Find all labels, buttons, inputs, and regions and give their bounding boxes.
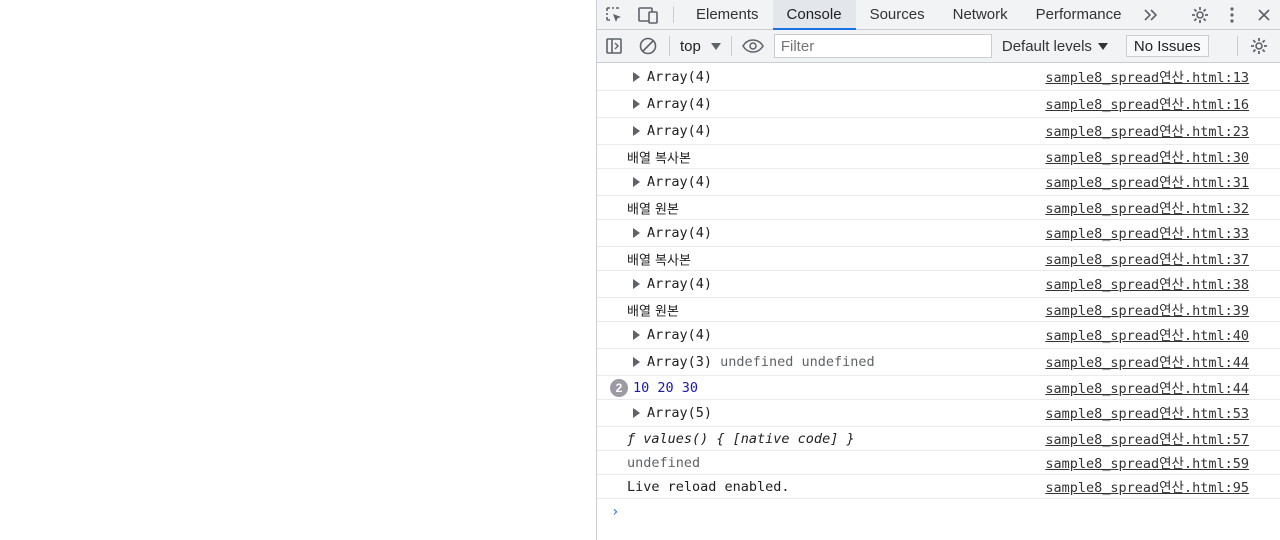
source-link[interactable]: sample8_spread연산.html:53	[1045, 402, 1249, 422]
expand-triangle-icon[interactable]	[633, 330, 640, 340]
source-link[interactable]: sample8_spread연산.html:23	[1045, 120, 1249, 140]
tab-performance[interactable]: Performance	[1022, 0, 1136, 29]
message-text: Array(4)	[647, 69, 713, 85]
tab-sources[interactable]: Sources	[856, 0, 939, 29]
source-link[interactable]: sample8_spread연산.html:40	[1045, 324, 1249, 344]
expand-triangle-icon[interactable]	[633, 126, 640, 136]
message-text: 배열 복사본	[627, 151, 691, 166]
console-message[interactable]: Array(4) sample8_spread연산.html:40	[597, 322, 1280, 349]
source-link[interactable]: sample8_spread연산.html:57	[1045, 428, 1249, 448]
console-message[interactable]: Array(4) sample8_spread연산.html:13	[597, 64, 1280, 91]
tab-console[interactable]: Console	[772, 0, 856, 30]
inspect-element-icon[interactable]	[597, 0, 631, 29]
source-link[interactable]: sample8_spread연산.html:44	[1045, 351, 1249, 371]
console-messages: Array(4) sample8_spread연산.html:13 Array(…	[597, 64, 1280, 499]
console-prompt-chevron-icon[interactable]: ›	[611, 504, 619, 520]
console-settings	[1233, 30, 1276, 62]
tab-elements[interactable]: Elements	[682, 0, 773, 29]
source-link[interactable]: sample8_spread연산.html:95	[1045, 476, 1249, 496]
console-message: ƒ values() { [native code] } sample8_spr…	[597, 427, 1280, 451]
console-message: 배열 원본 sample8_spread연산.html:32	[597, 196, 1280, 220]
message-text: Array(4)	[647, 225, 713, 241]
context-selector[interactable]: top	[674, 38, 727, 55]
message-text: Array(4)	[647, 96, 713, 112]
log-levels-dropdown[interactable]: Default levels	[1002, 38, 1108, 55]
console-message[interactable]: Array(4) sample8_spread연산.html:16	[597, 91, 1280, 118]
tabbar-right-actions	[1167, 0, 1280, 29]
source-link[interactable]: sample8_spread연산.html:31	[1045, 171, 1249, 191]
close-icon[interactable]	[1248, 0, 1280, 29]
source-link[interactable]: sample8_spread연산.html:37	[1045, 248, 1249, 268]
source-link[interactable]: sample8_spread연산.html:33	[1045, 222, 1249, 242]
toolbar-divider	[669, 36, 670, 56]
message-text: Live reload enabled.	[627, 478, 790, 495]
console-message: 배열 복사본 sample8_spread연산.html:30	[597, 145, 1280, 169]
expand-triangle-icon[interactable]	[633, 72, 640, 82]
devtools-panel: Elements Console Sources Network Perform…	[596, 0, 1280, 540]
live-expression-eye-icon[interactable]	[736, 30, 770, 62]
expand-triangle-icon[interactable]	[633, 279, 640, 289]
device-toolbar-icon[interactable]	[631, 0, 665, 29]
source-link[interactable]: sample8_spread연산.html:13	[1045, 66, 1249, 86]
message-text: undefined	[627, 454, 701, 471]
message-text: Array(4)	[647, 327, 713, 343]
more-tabs-icon[interactable]	[1136, 0, 1166, 29]
toolbar-divider	[730, 36, 732, 56]
message-text: 배열 복사본	[627, 253, 691, 268]
source-link[interactable]: sample8_spread연산.html:16	[1045, 93, 1249, 113]
message-text: Array(4)	[647, 276, 713, 292]
clear-console-icon[interactable]	[631, 30, 665, 62]
expand-triangle-icon[interactable]	[633, 99, 640, 109]
kebab-menu-icon[interactable]	[1216, 0, 1248, 29]
console-message: 2 10 20 30 sample8_spread연산.html:44	[597, 376, 1280, 400]
source-link[interactable]: sample8_spread연산.html:44	[1045, 377, 1249, 397]
console-message[interactable]: Array(4) sample8_spread연산.html:23	[597, 118, 1280, 145]
console-message[interactable]: Array(4) sample8_spread연산.html:33	[597, 220, 1280, 247]
context-label: top	[680, 37, 701, 55]
issues-button[interactable]: No Issues	[1125, 35, 1209, 57]
console-settings-gear-icon[interactable]	[1242, 30, 1276, 62]
source-link[interactable]: sample8_spread연산.html:39	[1045, 299, 1249, 319]
devtools-tabbar: Elements Console Sources Network Perform…	[597, 0, 1280, 30]
message-text: 10 20 30	[633, 379, 699, 396]
chevron-down-icon	[1097, 42, 1108, 50]
sidebar-toggle-icon[interactable]	[597, 30, 631, 62]
console-message: 배열 복사본 sample8_spread연산.html:37	[597, 247, 1280, 271]
console-message: 배열 원본 sample8_spread연산.html:39	[597, 298, 1280, 322]
log-levels-label: Default levels	[1001, 37, 1092, 55]
console-message[interactable]: Array(5) sample8_spread연산.html:53	[597, 400, 1280, 427]
expand-triangle-icon[interactable]	[633, 177, 640, 187]
tabbar-divider	[673, 6, 674, 23]
expand-triangle-icon[interactable]	[633, 357, 640, 367]
expand-triangle-icon[interactable]	[633, 408, 640, 418]
repeat-count-badge: 2	[610, 378, 628, 397]
console-message[interactable]: Array(3) undefined undefined sample8_spr…	[597, 349, 1280, 376]
message-text: Array(3)	[647, 354, 713, 370]
console-toolbar: top Default levels No Issues	[597, 30, 1280, 63]
message-text: Array(4)	[647, 123, 713, 139]
message-text: Array(4)	[647, 174, 713, 190]
message-extra: undefined undefined	[720, 354, 875, 370]
chevron-down-icon	[710, 42, 721, 50]
expand-triangle-icon[interactable]	[633, 228, 640, 238]
tab-network[interactable]: Network	[939, 0, 1022, 29]
console-message[interactable]: Array(4) sample8_spread연산.html:38	[597, 271, 1280, 298]
inspected-page	[0, 0, 596, 540]
source-link[interactable]: sample8_spread연산.html:32	[1045, 197, 1249, 217]
console-message: Live reload enabled. sample8_spread연산.ht…	[597, 475, 1280, 499]
source-link[interactable]: sample8_spread연산.html:30	[1045, 146, 1249, 166]
console-message: undefined sample8_spread연산.html:59	[597, 451, 1280, 475]
console-message[interactable]: Array(4) sample8_spread연산.html:31	[597, 169, 1280, 196]
message-text: 배열 원본	[627, 304, 679, 319]
message-text: ƒ values() { [native code] }	[627, 430, 855, 447]
source-link[interactable]: sample8_spread연산.html:38	[1045, 273, 1249, 293]
message-text: Array(5)	[647, 405, 713, 421]
message-text: 배열 원본	[627, 202, 679, 217]
filter-input[interactable]	[773, 34, 992, 58]
toolbar-divider	[1237, 36, 1238, 56]
source-link[interactable]: sample8_spread연산.html:59	[1045, 452, 1249, 472]
settings-gear-icon[interactable]	[1184, 0, 1216, 29]
